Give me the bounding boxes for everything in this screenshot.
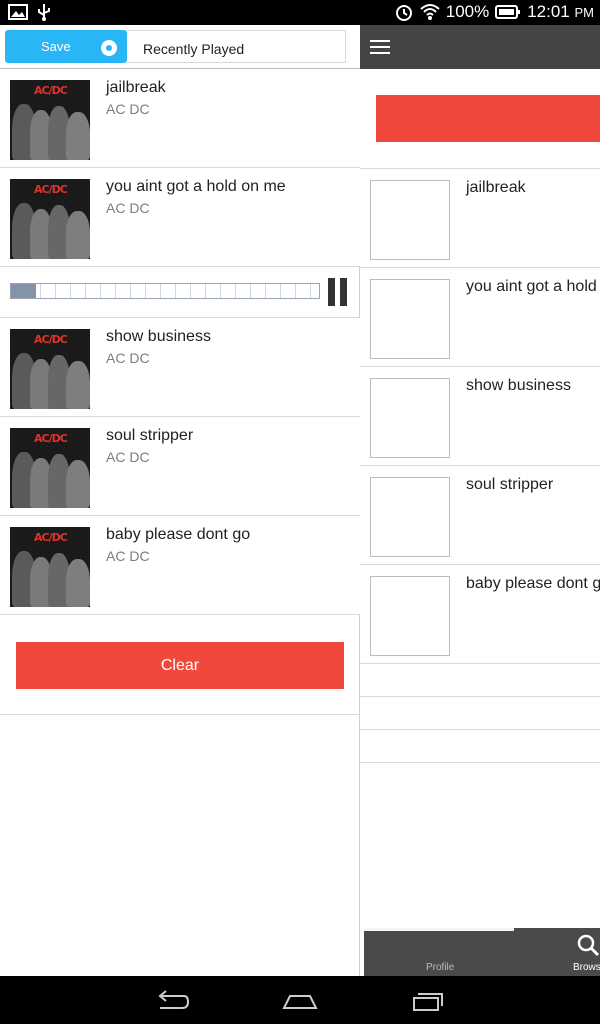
list-item[interactable]: you aint got a hold bbox=[360, 267, 600, 366]
empty-row bbox=[360, 663, 600, 696]
gallery-icon bbox=[8, 4, 28, 20]
status-bar: 100% 12:01 PM bbox=[0, 0, 600, 25]
band-logo: AC/DC bbox=[34, 531, 68, 544]
album-art: AC/DC bbox=[10, 179, 90, 259]
song-row[interactable]: AC/DC soul stripper AC DC bbox=[0, 417, 360, 516]
empty-row bbox=[360, 729, 600, 762]
clear-button[interactable]: Clear bbox=[16, 642, 344, 689]
list-item-title: soul stripper bbox=[466, 476, 554, 493]
tab-indicator bbox=[364, 928, 514, 931]
menu-icon[interactable] bbox=[370, 40, 390, 54]
list-item-title: show business bbox=[466, 377, 571, 394]
browse-list: jailbreak you aint got a hold show busin… bbox=[360, 168, 600, 763]
thumbnail-placeholder bbox=[370, 576, 450, 656]
wifi-icon bbox=[420, 4, 440, 20]
song-artist: AC DC bbox=[106, 350, 150, 366]
band-logo: AC/DC bbox=[34, 84, 68, 97]
player-controls bbox=[0, 267, 360, 318]
song-title: you aint got a hold on me bbox=[106, 178, 286, 195]
usb-icon bbox=[38, 4, 50, 21]
empty-row bbox=[360, 762, 600, 763]
clock-time: 12:01 bbox=[527, 2, 570, 21]
clock: 12:01 PM bbox=[527, 2, 594, 22]
pause-icon bbox=[328, 278, 335, 306]
band-logo: AC/DC bbox=[34, 183, 68, 196]
battery-icon bbox=[495, 5, 521, 19]
band-logo: AC/DC bbox=[34, 333, 68, 346]
battery-percent: 100% bbox=[445, 2, 490, 21]
thumbnail-placeholder bbox=[370, 378, 450, 458]
thumbnail-placeholder bbox=[370, 279, 450, 359]
song-artist: AC DC bbox=[106, 548, 150, 564]
recently-played-label: Recently Played bbox=[127, 30, 346, 63]
list-item[interactable]: jailbreak bbox=[360, 168, 600, 267]
target-icon bbox=[101, 40, 117, 56]
main-content-panel: jailbreak you aint got a hold show busin… bbox=[360, 25, 600, 976]
song-artist: AC DC bbox=[106, 101, 150, 117]
home-icon[interactable] bbox=[282, 988, 318, 1012]
song-row[interactable]: AC/DC jailbreak AC DC bbox=[0, 69, 360, 168]
thumbnail-placeholder bbox=[370, 477, 450, 557]
song-title: jailbreak bbox=[106, 79, 166, 96]
clock-ampm: PM bbox=[574, 5, 595, 20]
recents-icon[interactable] bbox=[410, 988, 446, 1012]
save-button[interactable]: Save bbox=[5, 30, 127, 63]
bottom-tab-bar: Profile Brows bbox=[364, 928, 600, 976]
song-list: AC/DC jailbreak AC DC AC/DC you aint got… bbox=[0, 69, 360, 715]
song-title: baby please dont go bbox=[106, 526, 251, 543]
clear-section: Clear bbox=[0, 615, 360, 715]
album-art: AC/DC bbox=[10, 80, 90, 160]
recently-played-panel: Save Recently Played AC/DC jailbreak AC … bbox=[0, 25, 360, 976]
song-title: show business bbox=[106, 328, 211, 345]
song-artist: AC DC bbox=[106, 200, 150, 216]
album-art: AC/DC bbox=[10, 428, 90, 508]
pause-button[interactable] bbox=[328, 278, 348, 306]
song-title: soul stripper bbox=[106, 427, 194, 444]
red-action-button[interactable] bbox=[376, 95, 600, 142]
search-icon[interactable] bbox=[576, 933, 600, 957]
empty-row bbox=[360, 696, 600, 729]
save-button-label: Save bbox=[41, 39, 71, 54]
list-item[interactable]: baby please dont g bbox=[360, 564, 600, 663]
panel-header: Save Recently Played bbox=[0, 25, 360, 69]
song-row[interactable]: AC/DC you aint got a hold on me AC DC bbox=[0, 168, 360, 267]
tab-browse[interactable]: Brows bbox=[573, 962, 600, 973]
app-screen: 100% 12:01 PM Save Recently Played AC/DC bbox=[0, 0, 600, 1024]
system-nav-bar bbox=[0, 976, 600, 1024]
tab-profile[interactable]: Profile bbox=[426, 962, 454, 973]
band-logo: AC/DC bbox=[34, 432, 68, 445]
back-icon[interactable] bbox=[154, 988, 190, 1012]
alarm-icon bbox=[395, 5, 412, 21]
playback-progress-bar[interactable] bbox=[10, 283, 320, 299]
thumbnail-placeholder bbox=[370, 180, 450, 260]
list-item[interactable]: show business bbox=[360, 366, 600, 465]
song-row[interactable]: AC/DC show business AC DC bbox=[0, 318, 360, 417]
song-artist: AC DC bbox=[106, 449, 150, 465]
album-art: AC/DC bbox=[10, 527, 90, 607]
list-item[interactable]: soul stripper bbox=[360, 465, 600, 564]
app-toolbar bbox=[360, 25, 600, 69]
song-row[interactable]: AC/DC baby please dont go AC DC bbox=[0, 516, 360, 615]
list-item-title: you aint got a hold bbox=[466, 278, 597, 295]
list-item-title: jailbreak bbox=[466, 179, 526, 196]
playback-progress-fill bbox=[11, 284, 36, 298]
list-item-title: baby please dont g bbox=[466, 575, 600, 592]
album-art: AC/DC bbox=[10, 329, 90, 409]
